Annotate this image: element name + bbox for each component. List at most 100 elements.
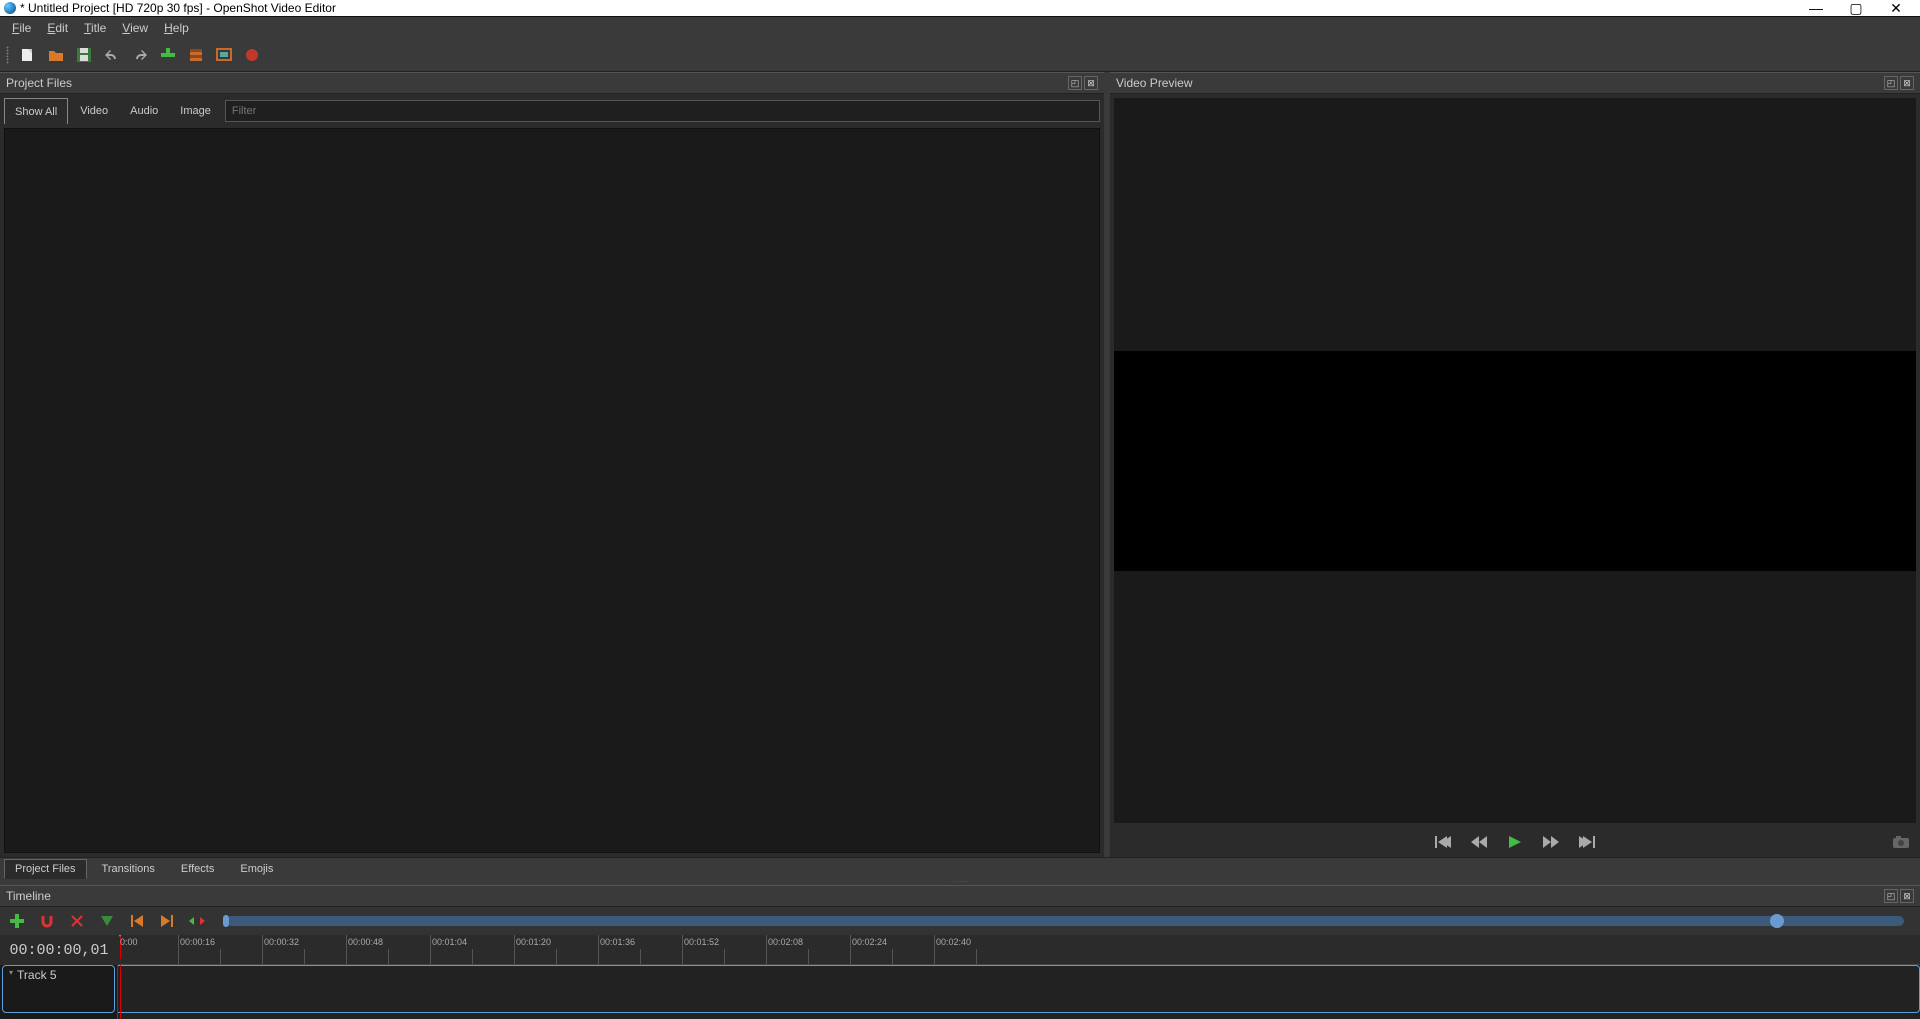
snap-icon[interactable] xyxy=(38,912,56,930)
tab-video[interactable]: Video xyxy=(70,98,118,124)
add-track-icon[interactable] xyxy=(8,912,26,930)
redo-icon[interactable] xyxy=(131,46,149,64)
close-panel-icon[interactable]: ⊠ xyxy=(1900,76,1914,90)
play-icon[interactable] xyxy=(1506,834,1524,850)
ruler-tick-minor xyxy=(976,949,977,965)
jump-end-icon[interactable] xyxy=(1578,834,1596,850)
bottom-tabs: Project Files Transitions Effects Emojis xyxy=(0,857,1920,879)
ruler-label: 00:02:08 xyxy=(768,937,803,947)
project-files-title: Project Files xyxy=(6,76,72,90)
undock-icon[interactable]: ◰ xyxy=(1068,76,1082,90)
ruler-tick xyxy=(430,935,431,964)
track-lane[interactable] xyxy=(118,965,1920,1013)
ruler-tick xyxy=(598,935,599,964)
close-panel-icon[interactable]: ⊠ xyxy=(1900,889,1914,903)
minimize-button[interactable]: — xyxy=(1796,0,1836,16)
ruler-tick-minor xyxy=(556,949,557,965)
ruler-label: 00:00:48 xyxy=(348,937,383,947)
video-preview-panel xyxy=(1110,94,1920,857)
ruler-tick xyxy=(766,935,767,964)
close-panel-icon[interactable]: ⊠ xyxy=(1084,76,1098,90)
ruler-label: 00:01:52 xyxy=(684,937,719,947)
tab-audio[interactable]: Audio xyxy=(120,98,168,124)
project-files-filter-tabs: Show All Video Audio Image xyxy=(0,94,1104,124)
ruler-tick-minor xyxy=(388,949,389,965)
ruler-tick xyxy=(178,935,179,964)
razor-icon[interactable] xyxy=(68,912,86,930)
fullscreen-icon[interactable] xyxy=(215,46,233,64)
track-name: Track 5 xyxy=(17,968,57,982)
ruler-tick xyxy=(850,935,851,964)
menu-help[interactable]: Help xyxy=(156,19,197,37)
preview-video xyxy=(1114,351,1916,571)
timeline-ruler[interactable]: 0:00 00:00:16 00:00:32 00:00:48 00:01:04 00:0… xyxy=(118,935,1920,965)
profile-icon[interactable] xyxy=(187,46,205,64)
project-files-content[interactable] xyxy=(4,128,1100,853)
timeline-header: Timeline ◰ ⊠ xyxy=(0,885,1920,907)
timeline-toolbar xyxy=(0,907,1920,935)
titlebar: * Untitled Project [HD 720p 30 fps] - Op… xyxy=(0,0,1920,16)
ruler-tick-minor xyxy=(304,949,305,965)
rewind-icon[interactable] xyxy=(1470,834,1488,850)
import-files-icon[interactable] xyxy=(159,46,177,64)
window-title: * Untitled Project [HD 720p 30 fps] - Op… xyxy=(20,1,336,15)
ruler-label: 00:00:16 xyxy=(180,937,215,947)
ruler-label: 0:00 xyxy=(120,937,138,947)
tab-show-all[interactable]: Show All xyxy=(4,98,68,124)
add-marker-icon[interactable] xyxy=(98,912,116,930)
menu-edit[interactable]: Edit xyxy=(39,19,76,37)
close-button[interactable]: ✕ xyxy=(1876,0,1916,17)
new-project-icon[interactable] xyxy=(19,46,37,64)
undock-icon[interactable]: ◰ xyxy=(1884,889,1898,903)
ruler-tick xyxy=(934,935,935,964)
jump-start-icon[interactable] xyxy=(1434,834,1452,850)
center-playhead-icon[interactable] xyxy=(188,912,206,930)
maximize-button[interactable]: ▢ xyxy=(1836,0,1876,17)
ruler-label: 00:00:32 xyxy=(264,937,299,947)
ruler-label: 00:02:40 xyxy=(936,937,971,947)
tab-image[interactable]: Image xyxy=(170,98,221,124)
ruler-tick-minor xyxy=(892,949,893,965)
fast-forward-icon[interactable] xyxy=(1542,834,1560,850)
main-area: Show All Video Audio Image xyxy=(0,94,1920,857)
zoom-slider[interactable] xyxy=(226,916,1904,926)
undock-icon[interactable]: ◰ xyxy=(1884,76,1898,90)
video-preview-title: Video Preview xyxy=(1116,76,1193,90)
ruler-label: 00:01:04 xyxy=(432,937,467,947)
ruler-tick-minor xyxy=(640,949,641,965)
tab-project-files[interactable]: Project Files xyxy=(4,859,87,879)
prev-marker-icon[interactable] xyxy=(128,912,146,930)
timeline-title: Timeline xyxy=(6,889,51,903)
ruler-tick xyxy=(682,935,683,964)
app-icon xyxy=(4,2,16,14)
tab-effects[interactable]: Effects xyxy=(170,859,225,879)
menu-title[interactable]: Title xyxy=(76,19,114,37)
ruler-tick-minor xyxy=(724,949,725,965)
undo-icon[interactable] xyxy=(103,46,121,64)
project-files-panel: Show All Video Audio Image xyxy=(0,94,1104,857)
open-project-icon[interactable] xyxy=(47,46,65,64)
export-video-icon[interactable] xyxy=(243,46,261,64)
menu-file[interactable]: File xyxy=(4,19,39,37)
ruler-tick-minor xyxy=(220,949,221,965)
ruler-tick xyxy=(514,935,515,964)
ruler-label: 00:01:36 xyxy=(600,937,635,947)
track-label[interactable]: Track 5 xyxy=(2,965,115,1013)
project-files-header: Project Files ◰ ⊠ xyxy=(0,72,1104,94)
preview-viewport xyxy=(1114,98,1916,823)
ruler-tick-minor xyxy=(472,949,473,965)
playhead-line xyxy=(120,965,121,1019)
tab-emojis[interactable]: Emojis xyxy=(229,859,284,879)
snapshot-icon[interactable] xyxy=(1892,834,1910,850)
filter-input[interactable] xyxy=(225,100,1100,122)
menubar: File Edit Title View Help xyxy=(0,16,1920,38)
ruler-tick xyxy=(346,935,347,964)
ruler-label: 00:01:20 xyxy=(516,937,551,947)
tab-transitions[interactable]: Transitions xyxy=(91,859,166,879)
next-marker-icon[interactable] xyxy=(158,912,176,930)
main-toolbar xyxy=(0,38,1920,72)
ruler-tick xyxy=(262,935,263,964)
ruler-label: 00:02:24 xyxy=(852,937,887,947)
save-project-icon[interactable] xyxy=(75,46,93,64)
menu-view[interactable]: View xyxy=(114,19,156,37)
